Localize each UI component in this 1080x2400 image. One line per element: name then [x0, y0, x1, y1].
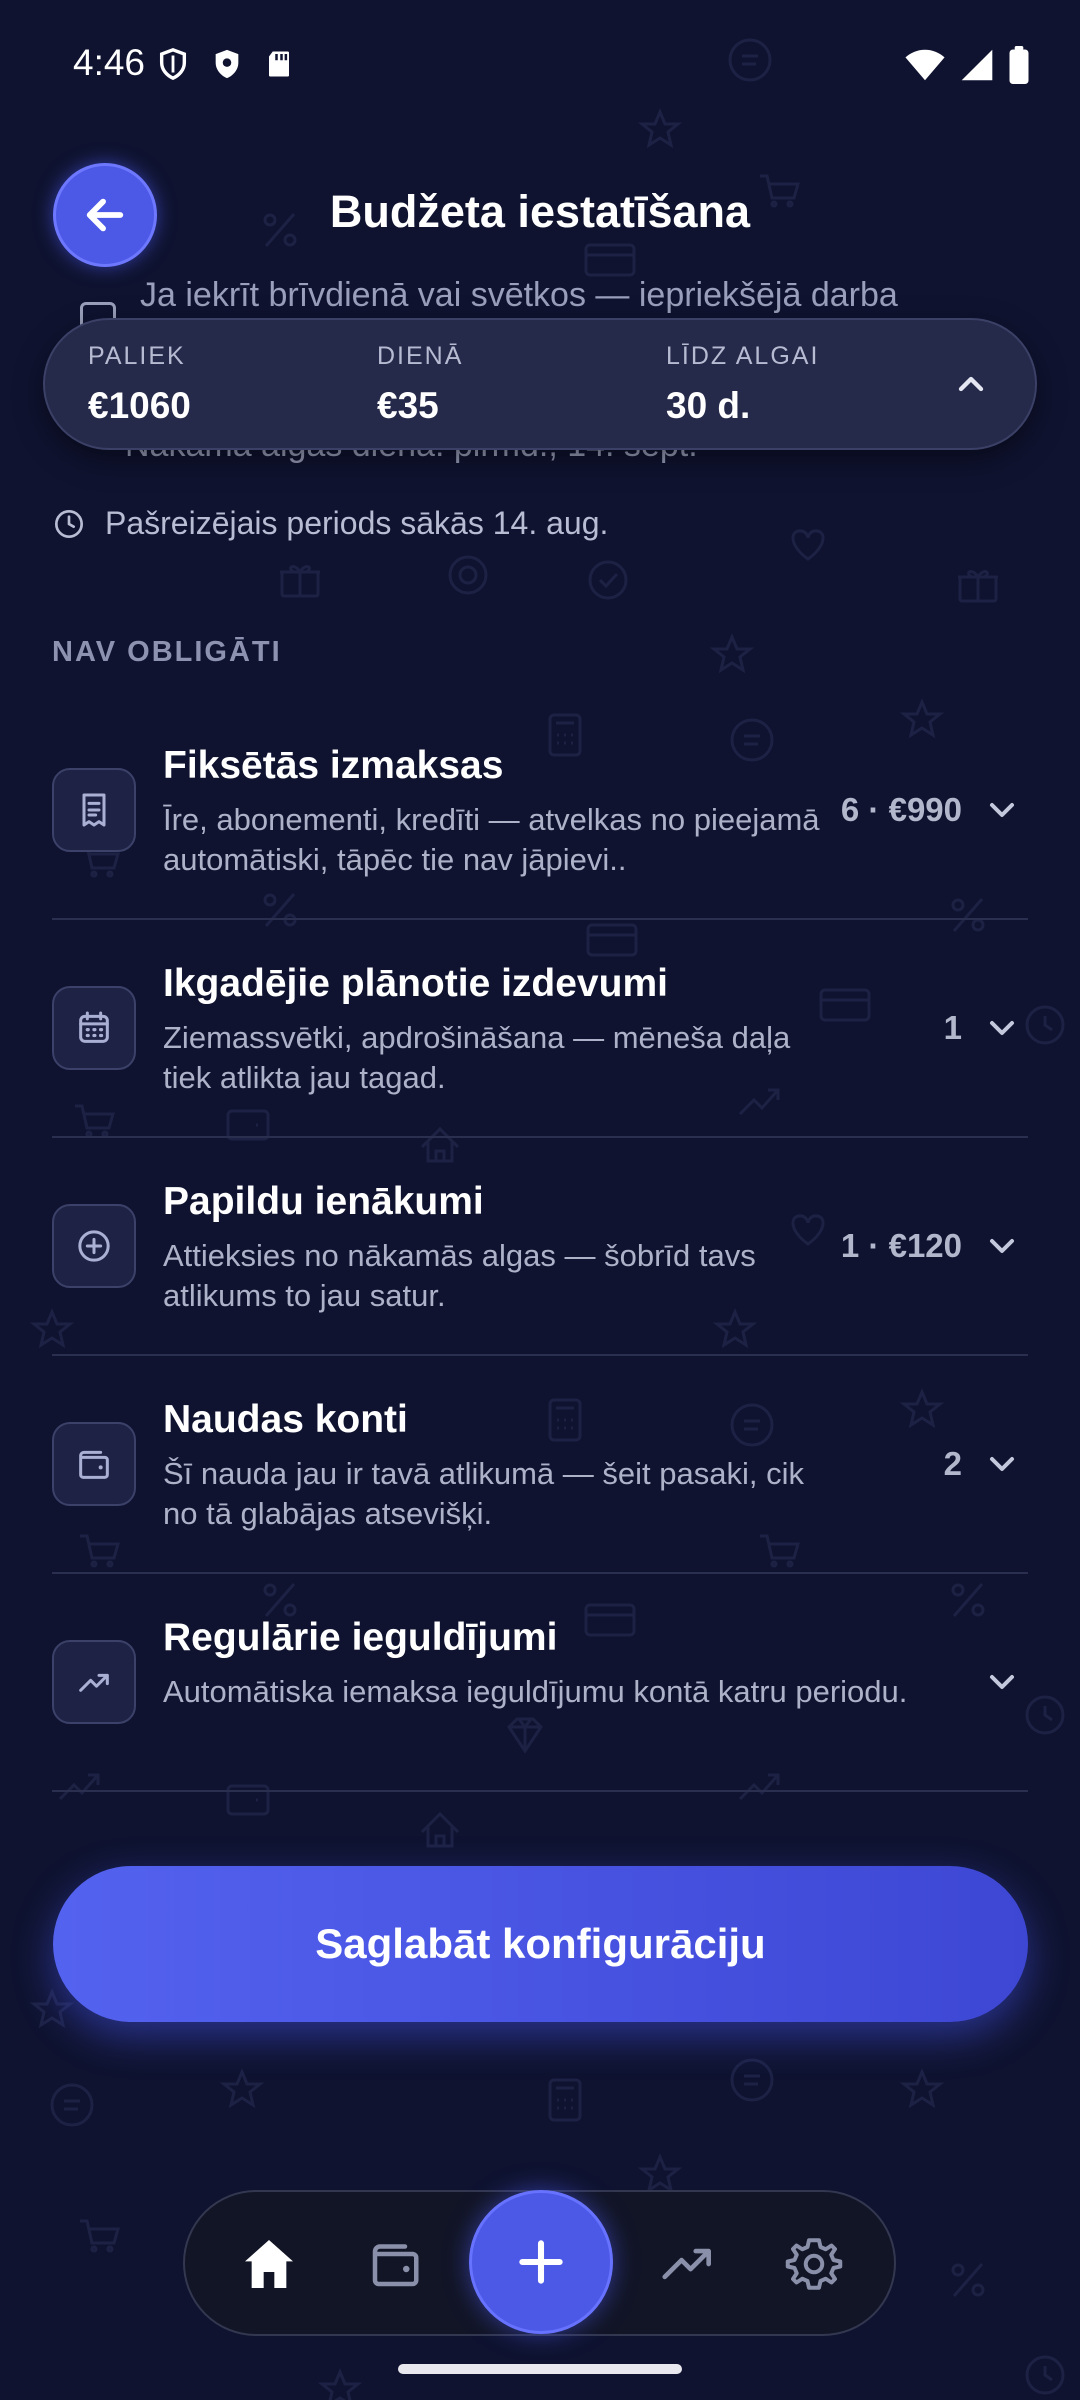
pattern-star-icon: [709, 633, 755, 674]
plus-circle-icon: [52, 1204, 136, 1288]
row-description: Ziemassvētki, apdrošināšana — mēneša daļ…: [163, 1020, 791, 1095]
summary-label: PALIEK: [88, 342, 186, 370]
period-text: Pašreizējais periods sākās 14. aug.: [105, 505, 609, 541]
summary-remaining: PALIEK €1060: [88, 342, 191, 427]
nav-home[interactable]: [231, 2226, 307, 2302]
row-description: Šī nauda jau ir tavā atlikumā — šeit pas…: [163, 1456, 804, 1531]
pattern-clock-icon: [1025, 1005, 1065, 1045]
summary-label: DIENĀ: [377, 342, 464, 370]
row-fixed-costs[interactable]: Fiksētās izmaksas Īre, abonementi, kredī…: [52, 702, 1028, 920]
pattern-star-icon: [637, 2153, 683, 2194]
pattern-heart-icon: [791, 529, 825, 561]
summary-per-day: DIENĀ €35: [377, 342, 463, 427]
row-cash-accounts[interactable]: Naudas konti Šī nauda jau ir tavā atliku…: [52, 1356, 1028, 1574]
pattern-gift-icon: [280, 565, 320, 598]
pattern-home-icon: [420, 1811, 460, 1848]
row-extra-income[interactable]: Papildu ienākumi Attieksies no nākamās a…: [52, 1138, 1028, 1356]
summary-label: LĪDZ ALGAI: [666, 342, 820, 370]
chevron-down-icon: [990, 1021, 1014, 1035]
sd-card-icon: [269, 51, 289, 77]
row-title: Papildu ienākumi: [163, 1180, 484, 1223]
wallet-icon: [52, 1422, 136, 1506]
nav-settings[interactable]: [776, 2226, 852, 2302]
row-count: 1 · €120: [840, 1227, 962, 1264]
receipt-icon: [52, 768, 136, 852]
wallet-icon: [372, 2244, 419, 2287]
row-description: Automātiska iemaksa ieguldījumu kontā ka…: [163, 1674, 908, 1709]
pattern-cart-icon: [80, 2219, 120, 2253]
trend-up-icon: [662, 2248, 711, 2280]
pattern-check-icon: [588, 560, 628, 600]
shield-icon: [215, 49, 239, 79]
pattern-clock-icon: [1025, 1695, 1065, 1735]
section-label-optional: NAV OBLIGĀTI: [52, 636, 282, 668]
pattern-star-icon: [899, 2068, 945, 2109]
row-title: Naudas konti: [163, 1398, 408, 1441]
pattern-star-icon: [29, 1988, 75, 2029]
row-annual-planned[interactable]: Ikgadējie plānotie izdevumi Ziemassvētki…: [52, 920, 1028, 1138]
calendar-icon: [52, 986, 136, 1070]
page-title: Budžeta iestatīšana: [329, 186, 751, 237]
row-title: Fiksētās izmaksas: [163, 744, 504, 787]
row-title: Ikgadējie plānotie izdevumi: [163, 962, 668, 1005]
gear-icon: [785, 2238, 843, 2290]
holiday-rule-text: Ja iekrīt brīvdienā vai svētkos — ieprie…: [140, 276, 898, 314]
home-indicator[interactable]: [398, 2364, 682, 2374]
pattern-percent-icon: [951, 2263, 985, 2297]
row-count: 1: [943, 1009, 962, 1046]
shield-outline-icon: [159, 48, 187, 81]
chevron-up-icon: [958, 376, 984, 392]
current-period: Pašreizējais periods sākās 14. aug.: [53, 505, 608, 542]
add-icon: [519, 2240, 563, 2284]
summary-value: €35: [377, 385, 439, 426]
nav-analytics[interactable]: [650, 2226, 726, 2302]
pattern-star-icon: [219, 2068, 265, 2109]
budget-summary-card[interactable]: PALIEK €1060 DIENĀ €35 LĪDZ ALGAI 30 d.: [43, 318, 1037, 450]
chevron-down-icon: [990, 1675, 1014, 1689]
pattern-card-icon: [584, 243, 636, 277]
pattern-gift-icon: [958, 570, 998, 603]
summary-until-payday: LĪDZ ALGAI 30 d.: [666, 342, 819, 427]
nav-wallet[interactable]: [357, 2226, 433, 2302]
row-title: Regulārie ieguldījumi: [163, 1616, 558, 1659]
summary-value: 30 d.: [666, 385, 751, 426]
clock-icon: [55, 509, 83, 538]
pattern-clock-icon: [1025, 2355, 1065, 2395]
trend-up-icon: [52, 1640, 136, 1724]
battery-icon: [1009, 46, 1029, 84]
wifi-icon: [905, 49, 945, 81]
status-bar: 4:46: [0, 0, 1080, 130]
collapse-summary-button[interactable]: [951, 364, 991, 409]
pattern-star-icon: [317, 2368, 363, 2400]
row-regular-investments[interactable]: Regulārie ieguldījumi Automātiska iemaks…: [52, 1574, 1028, 1792]
signal-icon: [961, 49, 993, 81]
row-description: Attieksies no nākamās algas — šobrīd tav…: [163, 1238, 756, 1313]
pattern-target-icon: [448, 555, 488, 595]
status-time: 4:46: [73, 42, 146, 83]
row-description: Īre, abonementi, kredīti — atvelkas no p…: [163, 802, 820, 877]
add-transaction-button[interactable]: [469, 2190, 613, 2334]
pattern-circle-icon: [730, 2058, 774, 2102]
chevron-down-icon: [990, 1239, 1014, 1253]
home-icon: [245, 2240, 293, 2288]
pattern-calc-icon: [548, 2078, 582, 2122]
row-count: 6 · €990: [840, 791, 962, 828]
chevron-down-icon: [990, 1457, 1014, 1471]
row-count: 2: [943, 1445, 962, 1482]
pattern-circle-icon: [50, 2083, 94, 2127]
summary-value: €1060: [88, 385, 191, 426]
chevron-down-icon: [990, 803, 1014, 817]
save-config-button[interactable]: Saglabāt konfigurāciju: [53, 1866, 1028, 2022]
